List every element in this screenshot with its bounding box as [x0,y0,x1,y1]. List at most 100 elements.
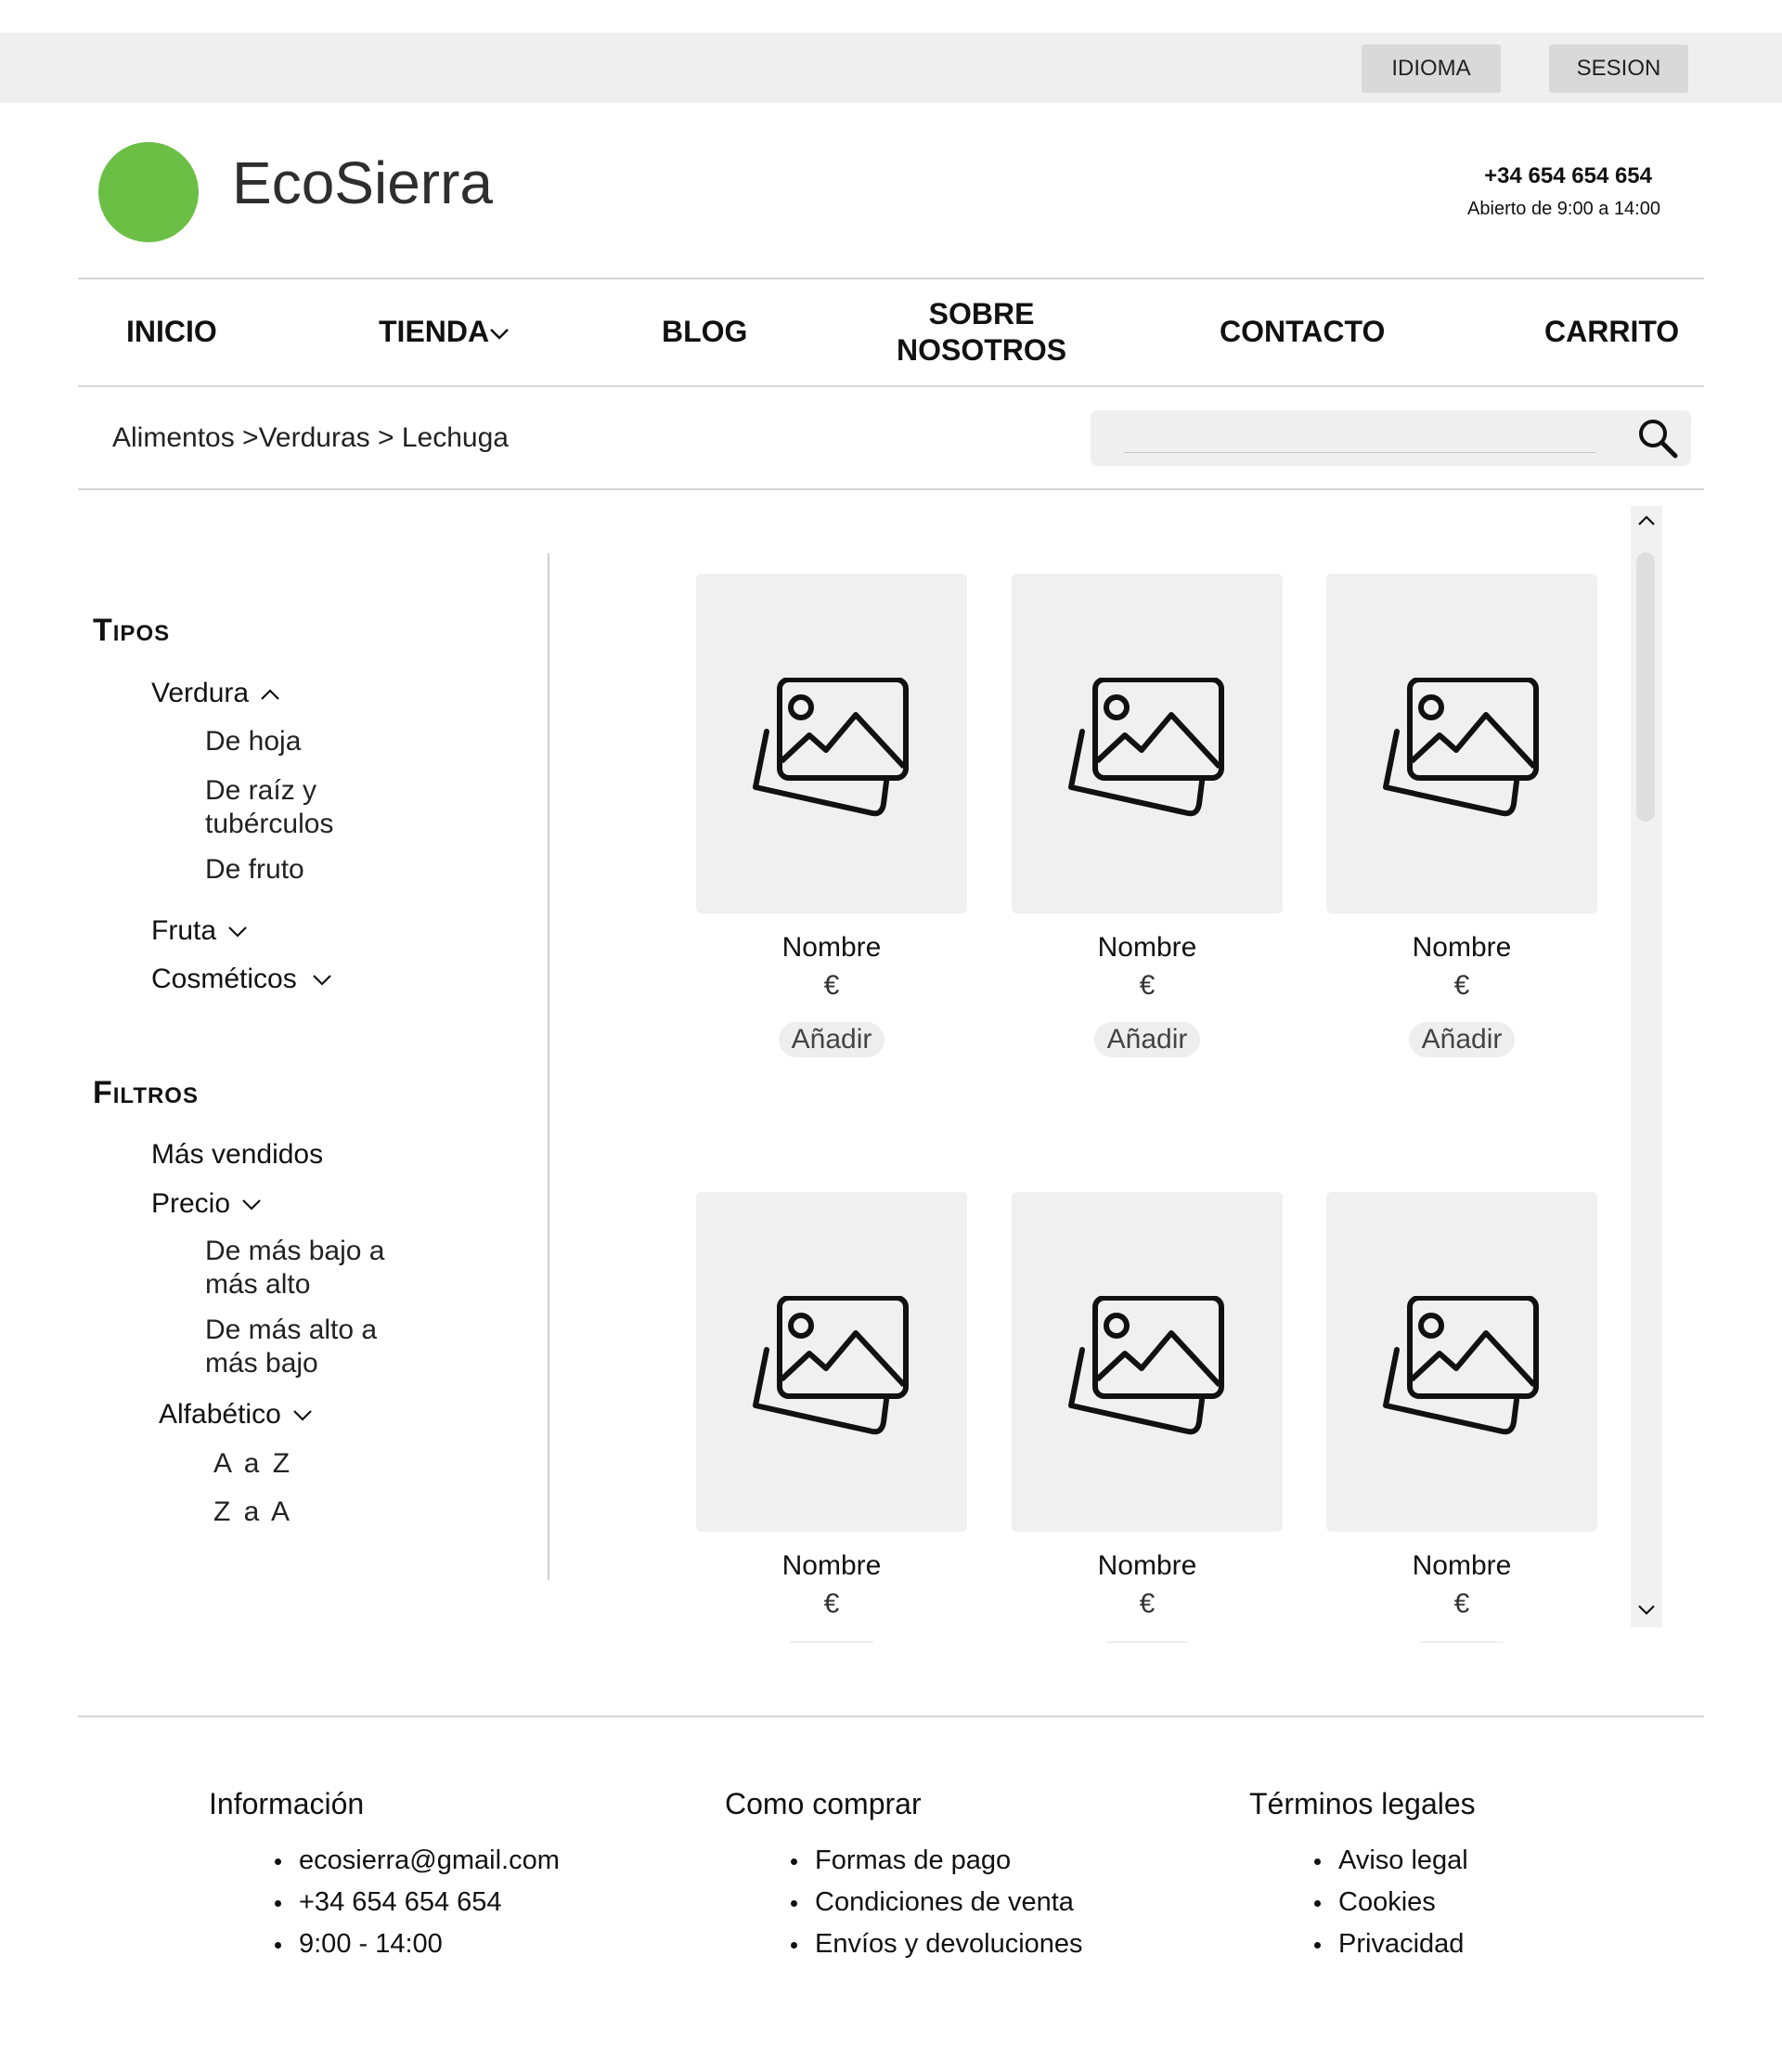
product-name[interactable]: Nombre [1326,1550,1597,1582]
product-image[interactable] [696,574,967,913]
category-fruta-label: Fruta [151,915,217,946]
add-to-cart-button[interactable]: Añadir [1409,1022,1515,1057]
header-hours: Abierto de 9:00 a 14:00 [1467,199,1660,219]
top-bar [0,32,1782,103]
brand-name[interactable]: EcoSierra [232,149,493,217]
nav-blog[interactable]: BLOG [662,314,747,350]
nav-contacto-label: CONTACTO [1220,315,1386,348]
footer-comprar-list: Formas de pago Condiciones de venta Enví… [791,1840,1083,1965]
nav-sobre-nosotros[interactable]: SOBRE NOSOTROS [897,296,1066,369]
scrollbar-thumb[interactable] [1636,552,1655,822]
filter-alfabetico-label: Alfabético [159,1399,281,1430]
footer-phone-link[interactable]: +34 654 654 654 [275,1882,560,1923]
nav-carrito-label: CARRITO [1544,315,1680,348]
add-to-cart-button[interactable] [1420,1641,1504,1643]
add-to-cart-button[interactable] [790,1641,873,1643]
filter-mas-vendidos[interactable]: Más vendidos [151,1138,323,1172]
add-to-cart-button[interactable]: Añadir [779,1022,885,1057]
nav-sobre-line1: SOBRE [928,297,1035,330]
product-price: € [1453,970,1470,1001]
footer-legal-list: Aviso legal Cookies Privacidad [1314,1840,1468,1965]
product-price: € [823,1588,840,1619]
image-placeholder-icon [1068,1296,1224,1435]
nav-sobre-line2: NOSOTROS [897,333,1067,367]
language-button[interactable]: IDIOMA [1362,45,1501,93]
footer-hours: 9:00 - 14:00 [275,1923,560,1965]
filter-a-z[interactable]: A a Z [213,1447,292,1481]
product-price: € [1139,1588,1156,1619]
footer-email-link[interactable]: ecosierra@gmail.com [275,1840,560,1882]
product-name[interactable]: Nombre [696,932,967,964]
product-image[interactable] [1326,1192,1597,1532]
chevron-down-icon [312,975,331,986]
image-placeholder-icon [1383,1296,1539,1435]
tipos-heading: Tipos [93,613,171,648]
image-placeholder-icon [1068,678,1224,817]
product-price: € [823,970,840,1001]
breadcrumb[interactable]: Alimentos >Verduras > Lechuga [112,422,509,454]
footer-comprar-title: Como comprar [725,1787,922,1820]
filter-precio-desc[interactable]: De más alto a más bajo [205,1314,400,1380]
product-name[interactable]: Nombre [696,1550,967,1582]
image-placeholder-icon [1383,678,1539,817]
nav-blog-label: BLOG [662,315,748,348]
product-image[interactable] [1012,1192,1283,1532]
search-icon[interactable] [1635,416,1680,460]
search-box [1091,410,1691,466]
footer-link-formas-pago[interactable]: Formas de pago [791,1840,1083,1882]
divider [78,278,1704,279]
logo-icon[interactable] [98,142,199,242]
nav-tienda-label: TIENDA [379,315,490,348]
footer-info-list: ecosierra@gmail.com +34 654 654 654 9:00… [275,1840,560,1965]
nav-inicio-label: INICIO [126,315,217,348]
header-phone: +34 654 654 654 [1484,163,1652,188]
nav-carrito[interactable]: CARRITO [1544,314,1679,350]
filter-precio[interactable]: Precio [151,1187,262,1221]
nav-contacto[interactable]: CONTACTO [1220,314,1385,350]
chevron-up-icon [261,689,279,700]
category-verdura-label: Verdura [151,678,250,708]
image-placeholder-icon [753,1296,909,1435]
subcategory-de-hoja[interactable]: De hoja [205,725,301,758]
category-fruta[interactable]: Fruta [151,914,248,948]
footer-link-cookies[interactable]: Cookies [1314,1882,1468,1923]
footer-link-privacidad[interactable]: Privacidad [1314,1923,1468,1965]
footer-info-title: Información [209,1787,365,1820]
chevron-down-icon [242,1199,261,1211]
category-verdura[interactable]: Verdura [151,677,280,710]
divider [78,488,1704,490]
product-image[interactable] [1012,574,1283,913]
subcategory-de-fruto[interactable]: De fruto [205,853,304,887]
nav-inicio[interactable]: INICIO [126,314,217,350]
divider [78,385,1704,387]
product-price: € [1453,1588,1470,1619]
footer-legal-title: Términos legales [1249,1787,1476,1820]
chevron-down-icon [228,926,247,938]
filter-alfabetico[interactable]: Alfabético [159,1398,313,1431]
chevron-down-icon [490,328,509,340]
sidebar-divider [548,553,549,1580]
product-image[interactable] [1326,574,1597,913]
footer-link-aviso-legal[interactable]: Aviso legal [1314,1840,1468,1882]
chevron-down-icon [292,1410,312,1421]
category-cosmeticos-label: Cosméticos [151,964,297,994]
add-to-cart-button[interactable] [1105,1641,1189,1643]
footer-link-envios[interactable]: Envíos y devoluciones [791,1923,1083,1965]
add-to-cart-button[interactable]: Añadir [1094,1022,1200,1057]
filter-z-a[interactable]: Z a A [213,1496,292,1529]
scroll-up-icon[interactable] [1634,508,1659,534]
divider [78,1716,1704,1717]
subcategory-de-raiz[interactable]: De raíz y tubérculos [205,774,372,841]
filter-precio-asc[interactable]: De más bajo a más alto [205,1235,400,1301]
category-cosmeticos[interactable]: Cosméticos [151,963,332,996]
scroll-down-icon[interactable] [1634,1597,1659,1623]
nav-tienda[interactable]: TIENDA [379,314,510,350]
product-name[interactable]: Nombre [1012,1550,1283,1582]
filter-precio-label: Precio [151,1188,231,1219]
product-image[interactable] [696,1192,967,1532]
product-name[interactable]: Nombre [1012,932,1283,964]
footer-link-condiciones[interactable]: Condiciones de venta [791,1882,1083,1923]
search-input[interactable] [1124,421,1595,453]
session-button[interactable]: SESION [1549,45,1688,93]
product-name[interactable]: Nombre [1326,932,1597,964]
